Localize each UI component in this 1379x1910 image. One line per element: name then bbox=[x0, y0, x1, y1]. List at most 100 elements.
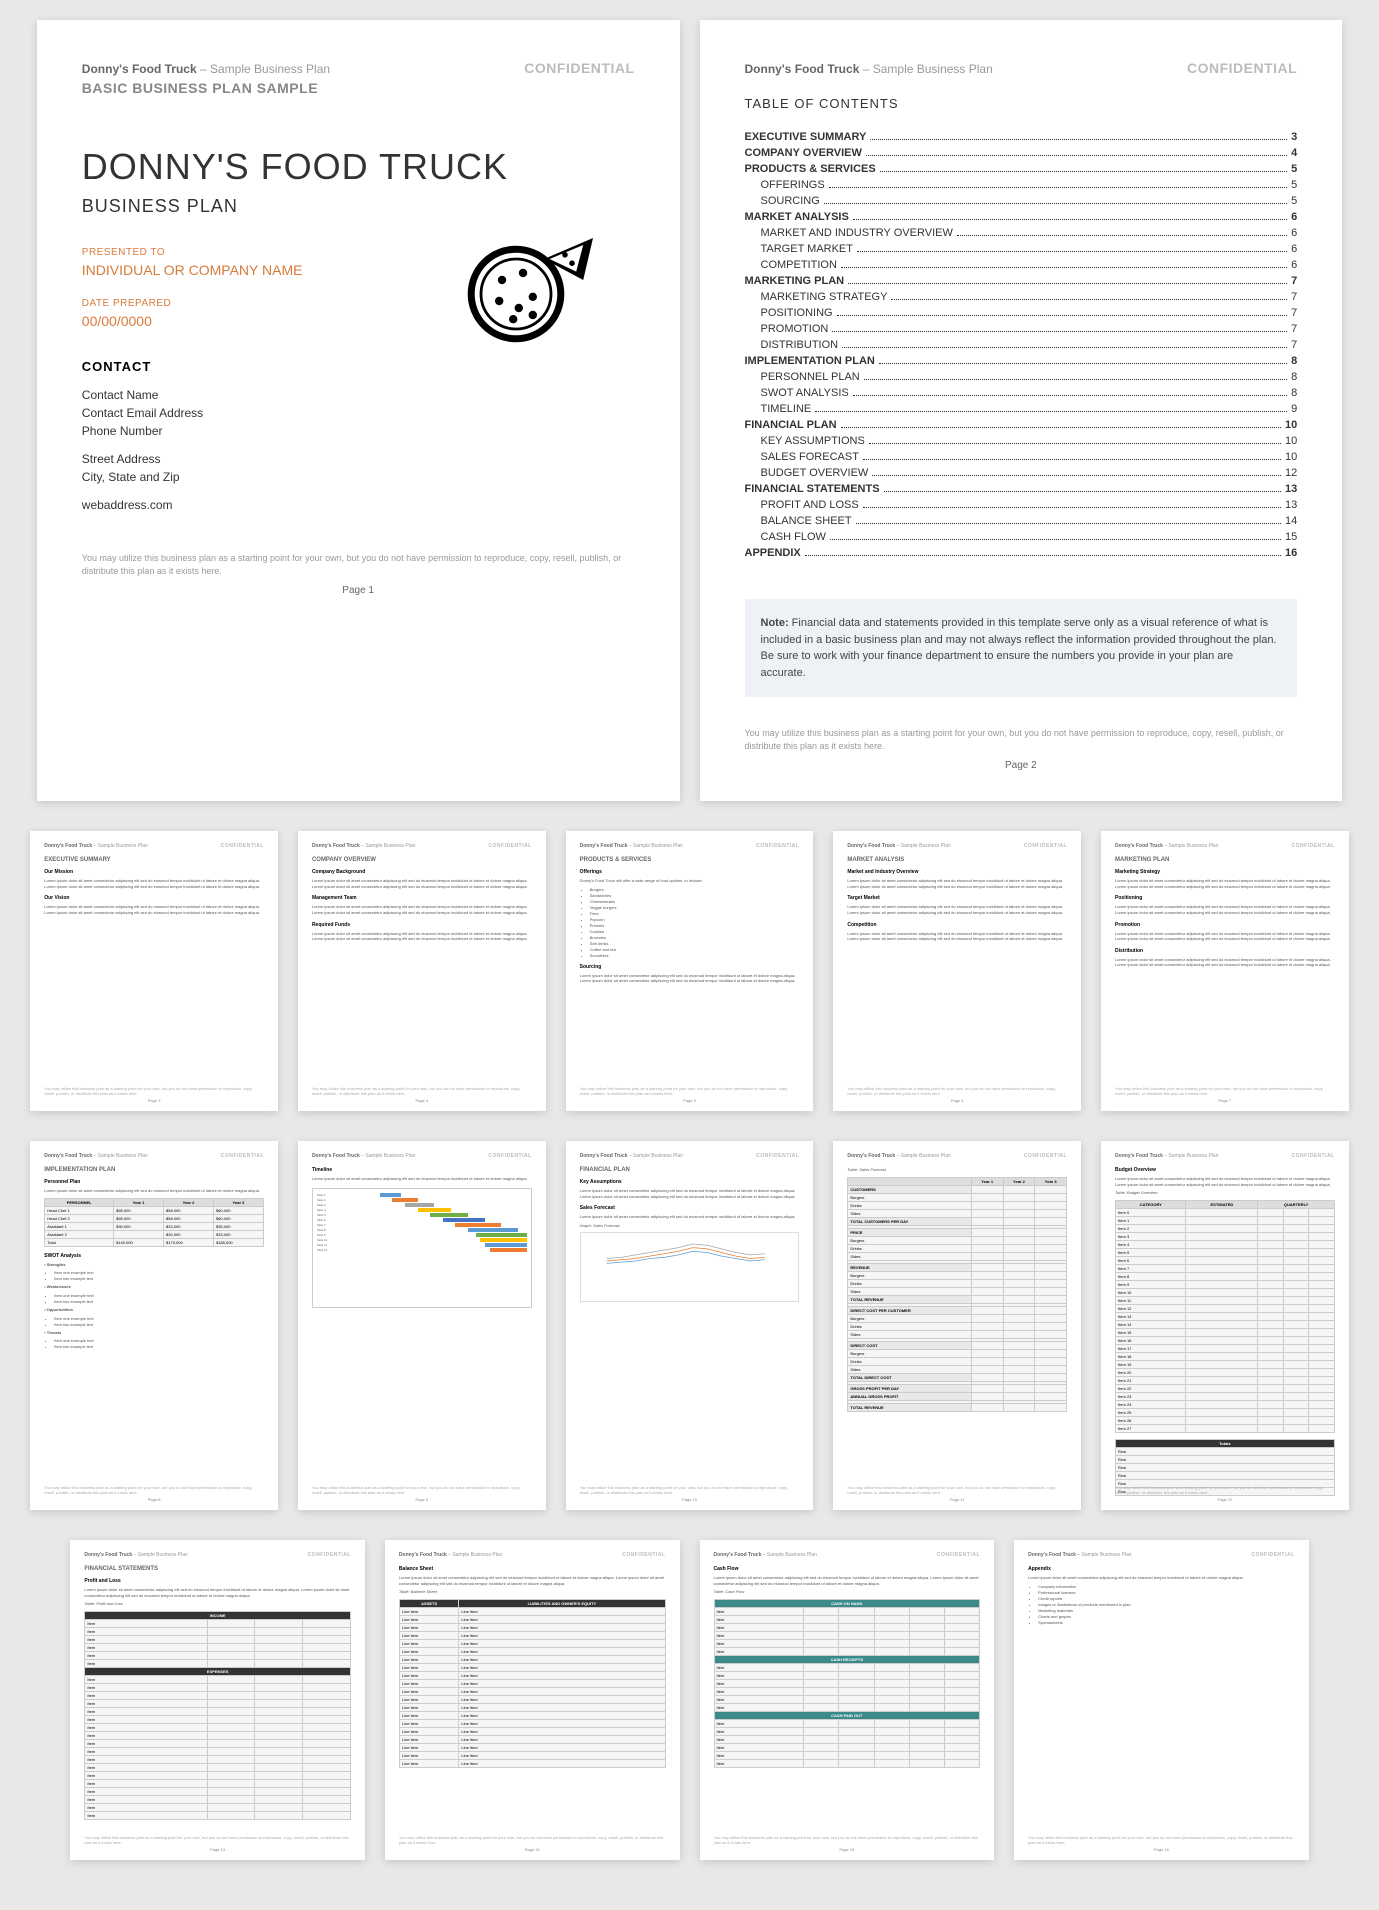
thumbnail-page: Donny's Food Truck – Sample Business Pla… bbox=[566, 831, 814, 1111]
thumb-subheading: Marketing Strategy bbox=[1115, 869, 1335, 875]
toc-leader bbox=[891, 299, 1287, 300]
toc-item: SALES FORECAST10 bbox=[745, 451, 1298, 463]
list-item: Veggie burgers bbox=[590, 905, 800, 910]
toc-item: EXECUTIVE SUMMARY3 bbox=[745, 131, 1298, 143]
list-item: Cheesesteaks bbox=[590, 899, 800, 904]
thumbnail-row-1: Donny's Food Truck – Sample Business Pla… bbox=[20, 831, 1359, 1111]
toc-leader bbox=[880, 171, 1287, 172]
toc-label: DISTRIBUTION bbox=[761, 339, 839, 351]
toc-item: MARKETING STRATEGY7 bbox=[745, 291, 1298, 303]
thumb-subheading: Our Vision bbox=[44, 895, 264, 901]
thumb-subheading: SWOT Analysis bbox=[44, 1253, 264, 1259]
main-title: DONNY'S FOOD TRUCK bbox=[82, 146, 635, 188]
toc-item: BUDGET OVERVIEW12 bbox=[745, 467, 1298, 479]
note-label: Note: bbox=[761, 617, 789, 629]
toc-page-num: 7 bbox=[1291, 339, 1297, 351]
toc-leader bbox=[830, 539, 1281, 540]
toc-page-num: 13 bbox=[1285, 483, 1297, 495]
toc-label: FINANCIAL STATEMENTS bbox=[745, 483, 880, 495]
toc-page-num: 6 bbox=[1291, 243, 1297, 255]
page-number: Page 9 bbox=[312, 1497, 532, 1502]
toc-label: TIMELINE bbox=[761, 403, 812, 415]
toc-label: SALES FORECAST bbox=[761, 451, 859, 463]
thumbnail-page: Donny's Food Truck – Sample Business Pla… bbox=[833, 831, 1081, 1111]
toc-label: COMPETITION bbox=[761, 259, 837, 271]
thumbnail-page: Donny's Food Truck – Sample Business Pla… bbox=[70, 1540, 365, 1860]
balance-table: ASSETSLIABILITIES AND OWNER'S EQUITYLine… bbox=[399, 1599, 666, 1768]
toc-item: PROMOTION7 bbox=[745, 323, 1298, 335]
toc-page-num: 15 bbox=[1285, 531, 1297, 543]
toc-leader bbox=[815, 411, 1287, 412]
toc-leader bbox=[829, 187, 1287, 188]
toc-page-num: 8 bbox=[1291, 387, 1297, 399]
toc-label: SWOT ANALYSIS bbox=[761, 387, 849, 399]
thumbnail-row-2: Donny's Food Truck – Sample Business Pla… bbox=[20, 1141, 1359, 1510]
toc-leader bbox=[856, 523, 1281, 524]
toc-label: OFFERINGS bbox=[761, 179, 825, 191]
toc-page-num: 5 bbox=[1291, 163, 1297, 175]
toc-item: CASH FLOW15 bbox=[745, 531, 1298, 543]
thumb-subheading: Management Team bbox=[312, 895, 532, 901]
thumbnail-page: Donny's Food Truck – Sample Business Pla… bbox=[298, 831, 546, 1111]
list-item: Soft drinks bbox=[590, 941, 800, 946]
thumb-subheading: Personnel Plan bbox=[44, 1179, 264, 1185]
toc-leader bbox=[832, 331, 1287, 332]
thumbnail-page: Donny's Food Truck – Sample Business Pla… bbox=[1101, 1141, 1349, 1510]
toc-page-num: 6 bbox=[1291, 211, 1297, 223]
list-item: Pretzels bbox=[590, 923, 800, 928]
toc-item: TIMELINE9 bbox=[745, 403, 1298, 415]
toc-item: OFFERINGS5 bbox=[745, 179, 1298, 191]
toc-list: EXECUTIVE SUMMARY3COMPANY OVERVIEW4PRODU… bbox=[745, 131, 1298, 559]
toc-label: POSITIONING bbox=[761, 307, 833, 319]
toc-item: FINANCIAL PLAN10 bbox=[745, 419, 1298, 431]
thumb-heading: MARKETING PLAN bbox=[1115, 857, 1335, 863]
footer-note: You may utilize this business plan as a … bbox=[847, 1086, 1067, 1096]
contact-web: webaddress.com bbox=[82, 498, 635, 512]
thumb-subheading: Our Mission bbox=[44, 869, 264, 875]
toc-leader bbox=[857, 251, 1287, 252]
thumbnail-page: Donny's Food Truck – Sample Business Pla… bbox=[833, 1141, 1081, 1510]
sales-forecast-chart bbox=[580, 1232, 800, 1302]
thumb-subheading: Offerings bbox=[580, 869, 800, 875]
toc-label: TARGET MARKET bbox=[761, 243, 854, 255]
footer-note: You may utilize this business plan as a … bbox=[847, 1485, 1067, 1495]
toc-page-num: 5 bbox=[1291, 195, 1297, 207]
thumb-subheading: Promotion bbox=[1115, 922, 1335, 928]
toc-page-num: 7 bbox=[1291, 291, 1297, 303]
page-number: Page 7 bbox=[1115, 1098, 1335, 1103]
toc-label: FINANCIAL PLAN bbox=[745, 419, 837, 431]
toc-label: MARKET ANALYSIS bbox=[745, 211, 849, 223]
toc-label: MARKET AND INDUSTRY OVERVIEW bbox=[761, 227, 953, 239]
section-header: BASIC BUSINESS PLAN SAMPLE bbox=[82, 80, 635, 96]
thumb-heading: COMPANY OVERVIEW bbox=[312, 857, 532, 863]
list-item: Burgers bbox=[590, 887, 800, 892]
thumb-heading: PRODUCTS & SERVICES bbox=[580, 857, 800, 863]
toc-item: COMPETITION6 bbox=[745, 259, 1298, 271]
toc-leader bbox=[869, 443, 1281, 444]
toc-label: IMPLEMENTATION PLAN bbox=[745, 355, 875, 367]
toc-item: IMPLEMENTATION PLAN 8 bbox=[745, 355, 1298, 367]
toc-item: MARKET AND INDUSTRY OVERVIEW6 bbox=[745, 227, 1298, 239]
list-item: Fries bbox=[590, 911, 800, 916]
toc-leader bbox=[863, 507, 1281, 508]
toc-item: TARGET MARKET 6 bbox=[745, 243, 1298, 255]
doc-title: Donny's Food Truck – Sample Business Pla… bbox=[745, 62, 993, 76]
thumb-subheading: Sales Forecast bbox=[580, 1205, 800, 1211]
thumb-subheading: Positioning bbox=[1115, 895, 1335, 901]
sales-table: Year 1Year 2Year 3CUSTOMERSBurgersDrinks… bbox=[847, 1177, 1067, 1412]
footer-note: You may utilize this business plan as a … bbox=[44, 1086, 264, 1096]
thumb-subheading: Company Background bbox=[312, 869, 532, 875]
toc-leader bbox=[842, 347, 1287, 348]
toc-item: APPENDIX16 bbox=[745, 547, 1298, 559]
list-item: Charts and graphs bbox=[1038, 1614, 1295, 1619]
thumbnail-page: Donny's Food Truck – Sample Business Pla… bbox=[30, 831, 278, 1111]
contact-city: City, State and Zip bbox=[82, 470, 635, 484]
confidential-stamp: CONFIDENTIAL bbox=[1187, 60, 1297, 76]
thumb-heading: IMPLEMENTATION PLAN bbox=[44, 1167, 264, 1173]
toc-page-num: 8 bbox=[1291, 355, 1297, 367]
thumbnail-page: Donny's Food Truck – Sample Business Pla… bbox=[566, 1141, 814, 1510]
toc-leader bbox=[805, 555, 1281, 556]
footer-note: You may utilize this business plan as a … bbox=[1115, 1086, 1335, 1096]
list-item: Sandwiches bbox=[590, 893, 800, 898]
toc-item: PROFIT AND LOSS13 bbox=[745, 499, 1298, 511]
